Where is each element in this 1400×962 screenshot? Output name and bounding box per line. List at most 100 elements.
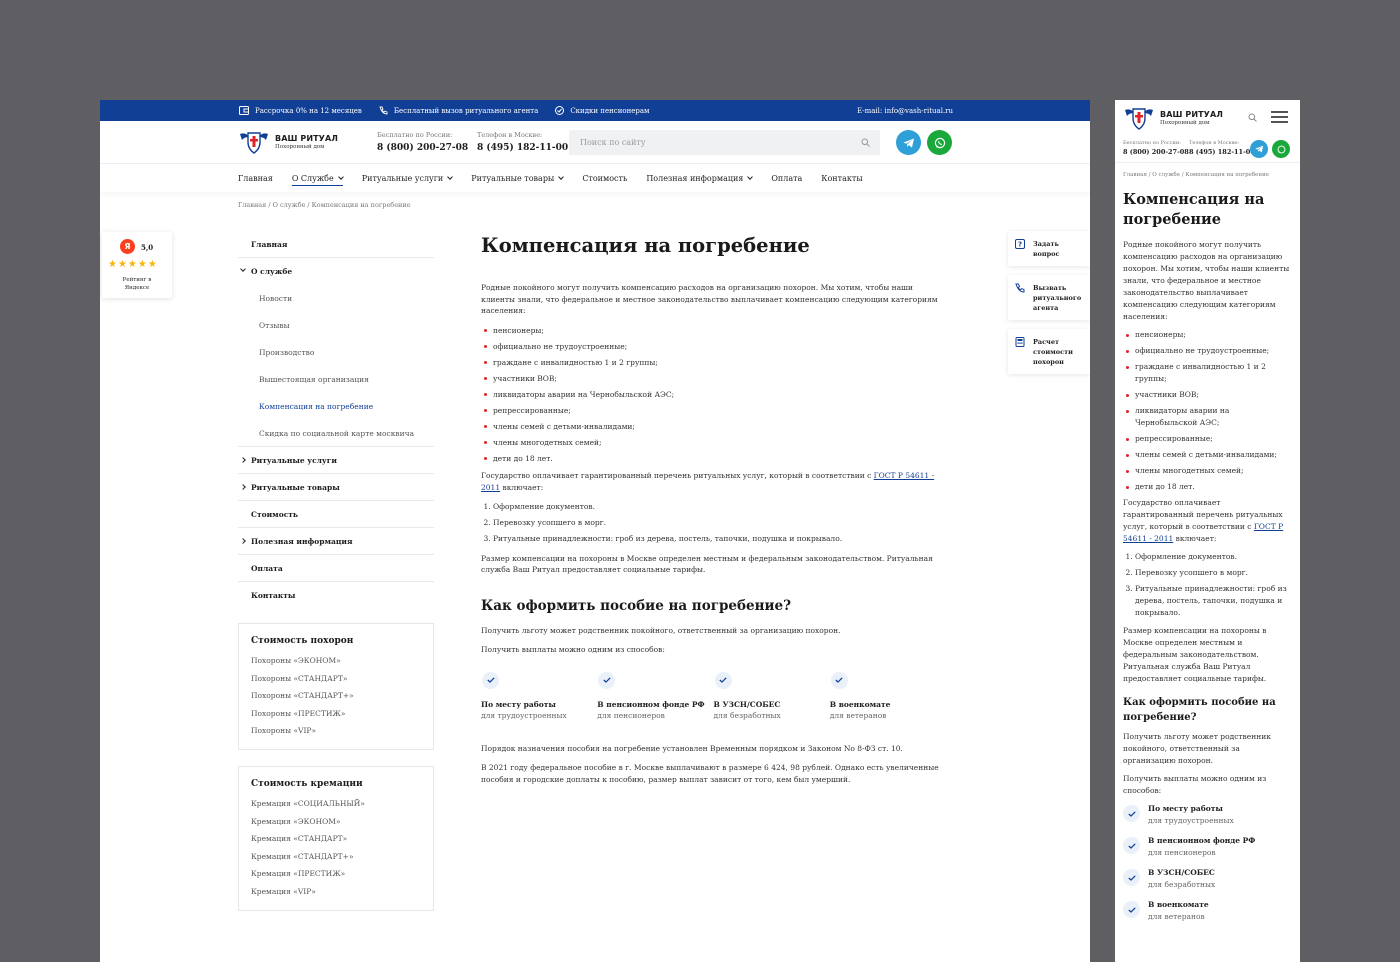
site-logo[interactable]: ВАШ РИТУАЛ Похоронный дом: [238, 129, 338, 155]
side-menu-contacts[interactable]: Контакты: [238, 582, 434, 609]
nav-item-about[interactable]: О Службе: [291, 174, 344, 186]
phone-moscow-number[interactable]: 8 (495) 182-11-00: [1189, 148, 1255, 156]
payout-way-sub: для ветеранов: [1148, 912, 1205, 921]
funeral-price-link[interactable]: Похороны «СТАНДАРТ+»: [251, 691, 421, 700]
phone-russia-label: Бесплатно по России:: [377, 131, 453, 139]
whatsapp-button[interactable]: [1272, 140, 1290, 158]
breadcrumb[interactable]: Главная / О службе / Компенсация на погр…: [238, 201, 411, 209]
phone-russia-label: Бесплатно по России:: [1123, 140, 1181, 146]
cremation-price-link[interactable]: Кремация «VIP»: [251, 887, 421, 896]
side-menu-compensation[interactable]: Компенсация на погребение: [238, 393, 434, 420]
payout-way-sub: для пенсионеров: [1148, 848, 1216, 857]
discounts-link[interactable]: Скидки пенсионерам: [555, 106, 649, 115]
logo-title: ВАШ РИТУАЛ: [1160, 110, 1223, 119]
phone-moscow-number[interactable]: 8 (495) 182-11-00: [477, 143, 568, 153]
whatsapp-button[interactable]: [927, 130, 952, 155]
phone-moscow-label: Телефон в Москве:: [1189, 140, 1240, 146]
funeral-prices-box: Стоимость похорон Похороны «ЭКОНОМ» Похо…: [238, 623, 434, 750]
whatsapp-icon: [1277, 145, 1285, 153]
list-item: члены семей с детьми-инвалидами;: [484, 421, 946, 433]
side-menu-label: Ритуальные услуги: [251, 455, 337, 465]
cremation-prices-title: Стоимость кремации: [251, 779, 363, 789]
nav-item-info[interactable]: Полезная информация: [646, 174, 754, 183]
funeral-price-link[interactable]: Похороны «ПРЕСТИЖ»: [251, 709, 421, 718]
side-menu-services[interactable]: Ритуальные услуги: [238, 447, 434, 474]
check-icon: [830, 671, 848, 689]
nav-item-payment[interactable]: Оплата: [771, 174, 802, 183]
cremation-price-link[interactable]: Кремация «СТАНДАРТ+»: [251, 852, 421, 861]
installment-link[interactable]: Рассрочка 0% на 12 месяцев: [239, 106, 362, 115]
telegram-button[interactable]: [1250, 140, 1268, 158]
chevron-right-icon: [240, 538, 246, 544]
nav-label: Контакты: [821, 173, 863, 183]
wallet-icon: [239, 106, 249, 115]
side-menu-about[interactable]: О службе: [238, 258, 434, 285]
phone-russia-number[interactable]: 8 (800) 200-27-08: [1123, 148, 1189, 156]
nav-item-home[interactable]: Главная: [238, 174, 273, 183]
site-logo[interactable]: ВАШ РИТУАЛ Похоронный дом: [1123, 105, 1223, 131]
breadcrumb[interactable]: Главная / О службе / Компенсация на погр…: [1123, 172, 1269, 178]
cremation-price-link[interactable]: Кремация «СОЦИАЛЬНЫЙ»: [251, 799, 421, 808]
discounts-text: Скидки пенсионерам: [570, 106, 650, 115]
section-title: Как оформить пособие на погребение?: [481, 597, 791, 614]
gov-text: включает:: [1173, 534, 1217, 543]
side-menu-production[interactable]: Производство: [238, 339, 434, 366]
funeral-prices-title: Стоимость похорон: [251, 636, 354, 646]
list-item: Оформление документов.: [493, 501, 946, 513]
side-menu-cost[interactable]: Стоимость: [238, 501, 434, 528]
list-item: дети до 18 лет.: [484, 453, 946, 465]
nav-item-services[interactable]: Ритуальные услуги: [362, 174, 454, 183]
top-info-bar: Рассрочка 0% на 12 месяцев Бесплатный вы…: [100, 100, 1090, 121]
calculate-cost-button[interactable]: Расчет стоимости похорон: [1008, 329, 1090, 374]
payout-way-title: В УЗСН/СОБЕС: [1148, 868, 1215, 877]
nav-item-contacts[interactable]: Контакты: [821, 174, 862, 183]
email-link[interactable]: E-mail: info@vash-ritual.ru: [857, 107, 953, 115]
hamburger-menu-icon[interactable]: [1271, 111, 1288, 123]
payout-way-title: В пенсионном фонде РФ: [597, 699, 705, 709]
side-menu-info[interactable]: Полезная информация: [238, 528, 434, 555]
search-icon[interactable]: [861, 138, 870, 147]
side-menu-reviews[interactable]: Отзывы: [238, 312, 434, 339]
nav-label: Стоимость: [582, 173, 628, 183]
funeral-price-link[interactable]: Похороны «VIP»: [251, 726, 421, 735]
side-menu-goods[interactable]: Ритуальные товары: [238, 474, 434, 501]
mobile-phones: Бесплатно по России: 8 (800) 200-27-08 Т…: [1115, 135, 1300, 163]
check-circle-icon: [555, 106, 565, 115]
free-call-link[interactable]: Бесплатный вызов ритуального агента: [379, 106, 538, 115]
chevron-right-icon: [240, 484, 246, 490]
ask-question-button[interactable]: ? Задать вопрос: [1008, 231, 1090, 266]
side-menu-label: Контакты: [251, 591, 296, 600]
side-menu: Главная О службе Новости Отзывы Производ…: [238, 231, 434, 609]
payout-way-title: По месту работы: [481, 699, 556, 709]
nav-label: Главная: [238, 173, 273, 183]
side-menu-home[interactable]: Главная: [238, 231, 434, 258]
funeral-price-link[interactable]: Похороны «СТАНДАРТ»: [251, 674, 421, 683]
side-menu-parent-org[interactable]: Вышестоящая организация: [238, 366, 434, 393]
check-icon: [1123, 837, 1140, 854]
side-menu-payment[interactable]: Оплата: [238, 555, 434, 582]
search-placeholder: Поиск по сайту: [580, 138, 646, 147]
nav-item-cost[interactable]: Стоимость: [582, 174, 627, 183]
yandex-rating-widget[interactable]: Я 5,0 ★★★★★ Рейтинг в Яндексе: [102, 232, 172, 298]
side-menu-label: Скидка по социальной карте москвича: [259, 428, 415, 438]
side-menu-social-card[interactable]: Скидка по социальной карте москвича: [238, 420, 434, 447]
cremation-price-link[interactable]: Кремация «СТАНДАРТ»: [251, 834, 421, 843]
search-input[interactable]: Поиск по сайту: [569, 130, 880, 155]
cremation-price-link[interactable]: Кремация «ПРЕСТИЖ»: [251, 869, 421, 878]
telegram-button[interactable]: [896, 130, 921, 155]
cremation-price-link[interactable]: Кремация «ЭКОНОМ»: [251, 817, 421, 826]
shield-wings-logo-icon: [1125, 108, 1153, 130]
side-menu-label: Главная: [251, 239, 288, 249]
nav-item-goods[interactable]: Ритуальные товары: [471, 174, 565, 183]
search-icon[interactable]: [1248, 113, 1257, 122]
call-agent-button[interactable]: Вызвать ритуального агента: [1008, 275, 1090, 320]
payout-way-sub: для ветеранов: [829, 711, 887, 720]
main-nav: Главная О Службе Ритуальные услуги Ритуа…: [100, 164, 1090, 192]
phone-moscow: Телефон в Москве: 8 (495) 182-11-00: [1189, 140, 1255, 156]
paragraph: Порядок назначения пособия на погребение…: [481, 743, 903, 753]
funeral-price-link[interactable]: Похороны «ЭКОНОМ»: [251, 656, 421, 665]
phone-russia-number[interactable]: 8 (800) 200-27-08: [377, 143, 468, 153]
logo-title: ВАШ РИТУАЛ: [275, 134, 338, 143]
list-item: репрессированные;: [484, 405, 946, 417]
side-menu-news[interactable]: Новости: [238, 285, 434, 312]
